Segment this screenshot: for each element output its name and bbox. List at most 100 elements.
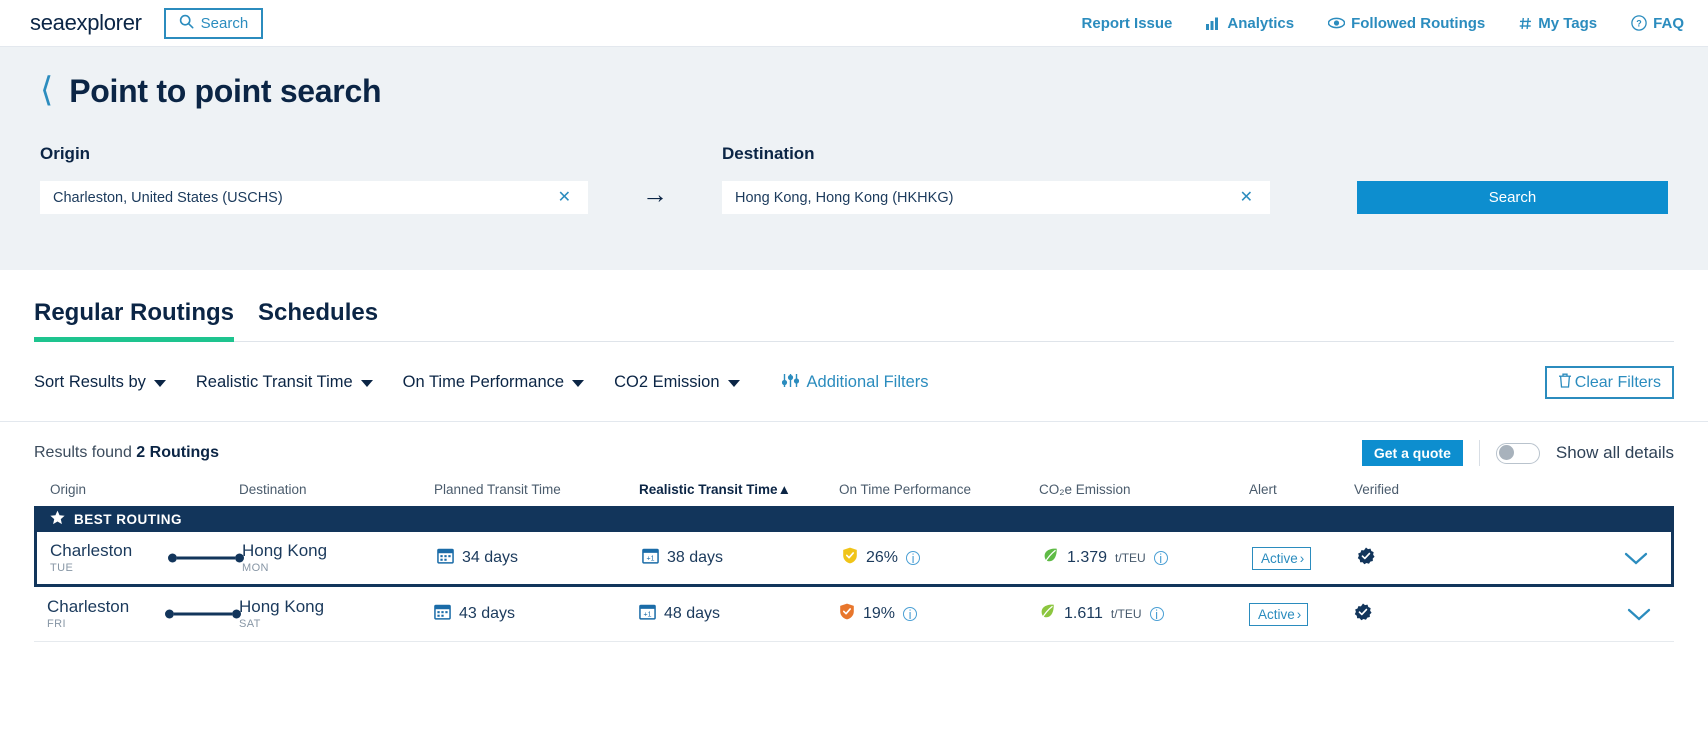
search-panel: ⟨ Point to point search Origin Charlesto… xyxy=(0,47,1708,270)
row-realistic-transit-time: +1 48 days xyxy=(639,603,839,625)
header-on-time-performance[interactable]: On Time Performance xyxy=(839,482,1039,497)
chevron-down-icon xyxy=(154,380,166,387)
svg-text:+1: +1 xyxy=(647,556,655,563)
header-destination[interactable]: Destination xyxy=(239,482,434,497)
row-on-time-performance: 26% i xyxy=(842,547,1042,569)
row-alert: Active › xyxy=(1252,547,1357,570)
question-circle-icon: ? xyxy=(1631,15,1647,31)
verified-badge-icon[interactable] xyxy=(1357,547,1375,565)
back-chevron-icon[interactable]: ⟨ xyxy=(40,73,53,107)
filter-on-time-performance[interactable]: On Time Performance xyxy=(403,373,584,392)
leg-start-dot xyxy=(168,554,177,563)
global-search-button[interactable]: Search xyxy=(164,8,264,39)
nav-analytics[interactable]: Analytics xyxy=(1206,15,1294,32)
global-search-label: Search xyxy=(201,15,249,32)
trash-icon xyxy=(1558,373,1572,393)
direction-arrow-icon: → xyxy=(588,179,722,214)
row-origin: Charleston FRI xyxy=(34,598,239,631)
alert-active-button[interactable]: Active › xyxy=(1249,603,1308,626)
nav-followed-routings[interactable]: Followed Routings xyxy=(1328,15,1485,32)
header-alert: Alert xyxy=(1249,482,1354,497)
divider xyxy=(1479,440,1480,466)
best-routing-banner: BEST ROUTING xyxy=(34,506,1674,532)
results-found-count: 2 Routings xyxy=(136,444,219,461)
row-destination-day: MON xyxy=(242,562,437,574)
info-icon[interactable]: i xyxy=(903,607,917,621)
leg-line xyxy=(174,613,232,616)
info-icon[interactable]: i xyxy=(906,551,920,565)
header-origin[interactable]: Origin xyxy=(34,482,239,497)
get-a-quote-button[interactable]: Get a quote xyxy=(1362,440,1463,466)
routings-table: Origin Destination Planned Transit Time … xyxy=(0,482,1708,642)
origin-input[interactable]: Charleston, United States (USCHS) ✕ xyxy=(40,181,588,214)
header-planned-transit-time[interactable]: Planned Transit Time xyxy=(434,482,639,497)
calendar-plus-one-icon: +1 xyxy=(639,603,656,625)
bar-chart-icon xyxy=(1206,16,1221,30)
destination-clear-icon[interactable]: ✕ xyxy=(1236,190,1257,206)
info-icon[interactable]: i xyxy=(1150,607,1164,621)
filter-sort-results-by-label: Sort Results by xyxy=(34,373,146,392)
filter-co2-emission[interactable]: CO2 Emission xyxy=(614,373,739,392)
row-alert: Active › xyxy=(1249,603,1354,626)
sliders-icon xyxy=(782,373,799,393)
nav-faq[interactable]: ? FAQ xyxy=(1631,15,1684,32)
row-realistic-transit-time: +1 38 days xyxy=(642,547,842,569)
leaf-icon xyxy=(1042,547,1059,569)
search-submit-button[interactable]: Search xyxy=(1357,181,1668,214)
tabs: Regular Routings Schedules xyxy=(34,270,1674,342)
row-co2-emission: 1.611 t/TEU i xyxy=(1039,603,1249,625)
table-row[interactable]: Charleston FRI Hong Kong SAT xyxy=(34,587,1674,642)
row-realistic-value: 38 days xyxy=(667,549,723,567)
page-title: Point to point search xyxy=(69,73,381,110)
row-origin: Charleston TUE xyxy=(37,542,242,575)
header-realistic-transit-time[interactable]: Realistic Transit Time▲ xyxy=(639,482,839,497)
alert-active-button[interactable]: Active › xyxy=(1252,547,1311,570)
row-planned-value: 43 days xyxy=(459,605,515,623)
destination-field-group: Destination Hong Kong, Hong Kong (HKHKG)… xyxy=(722,144,1270,214)
row-expand xyxy=(1459,606,1674,622)
row-destination: Hong Kong MON xyxy=(242,542,437,575)
row-planned-transit-time: 34 days xyxy=(437,547,642,569)
expand-row-chevron-icon[interactable] xyxy=(1626,606,1652,622)
sort-ascending-icon: ▲ xyxy=(778,482,791,497)
destination-label: Destination xyxy=(722,144,1270,164)
destination-input[interactable]: Hong Kong, Hong Kong (HKHKG) ✕ xyxy=(722,181,1270,214)
row-realistic-value: 48 days xyxy=(664,605,720,623)
header-co2-emission[interactable]: CO₂e Emission xyxy=(1039,482,1249,497)
chevron-right-icon: › xyxy=(1300,551,1305,566)
tab-regular-routings[interactable]: Regular Routings xyxy=(34,299,234,342)
row-co2-unit: t/TEU xyxy=(1115,551,1146,565)
route-leg-line xyxy=(165,610,241,619)
filter-realistic-transit-time[interactable]: Realistic Transit Time xyxy=(196,373,373,392)
expand-row-chevron-icon[interactable] xyxy=(1623,550,1649,566)
origin-clear-icon[interactable]: ✕ xyxy=(554,190,575,206)
show-all-details-toggle[interactable] xyxy=(1496,443,1540,464)
table-row[interactable]: Charleston TUE Hong Kong MON xyxy=(34,532,1674,587)
nav-my-tags[interactable]: My Tags xyxy=(1519,15,1597,32)
row-expand xyxy=(1462,550,1671,566)
page-title-row: ⟨ Point to point search xyxy=(40,73,1668,110)
row-co2-value: 1.379 xyxy=(1067,549,1107,567)
info-icon[interactable]: i xyxy=(1154,551,1168,565)
filter-on-time-performance-label: On Time Performance xyxy=(403,373,564,392)
verified-badge-icon[interactable] xyxy=(1354,603,1372,621)
results-bar: Results found 2 Routings Get a quote Sho… xyxy=(0,422,1708,482)
tab-schedules[interactable]: Schedules xyxy=(258,299,378,342)
route-leg-line xyxy=(168,554,244,563)
shield-check-icon xyxy=(842,547,858,569)
brand-logo[interactable]: seaexplorer xyxy=(30,10,142,36)
row-destination-day: SAT xyxy=(239,618,434,630)
clear-filters-button[interactable]: Clear Filters xyxy=(1545,366,1674,399)
filter-bar: Sort Results by Realistic Transit Time O… xyxy=(0,342,1708,422)
clear-filters-label: Clear Filters xyxy=(1575,374,1661,392)
nav-analytics-label: Analytics xyxy=(1227,15,1294,32)
calendar-icon xyxy=(437,547,454,569)
top-nav-links: Report Issue Analytics Followed Routings xyxy=(1082,15,1684,32)
additional-filters-button[interactable]: Additional Filters xyxy=(782,373,929,393)
row-otp-value: 26% xyxy=(866,549,898,567)
header-verified: Verified xyxy=(1354,482,1459,497)
filter-sort-results-by[interactable]: Sort Results by xyxy=(34,373,166,392)
show-all-details-label: Show all details xyxy=(1556,443,1674,463)
row-co2-emission: 1.379 t/TEU i xyxy=(1042,547,1252,569)
nav-report-issue[interactable]: Report Issue xyxy=(1082,15,1173,32)
